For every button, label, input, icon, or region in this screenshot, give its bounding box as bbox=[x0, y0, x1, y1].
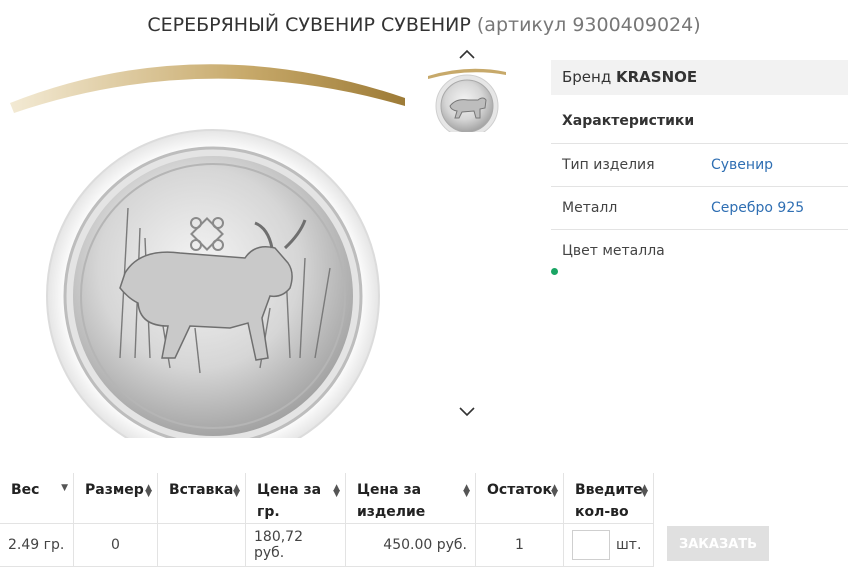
thumbnail-1[interactable] bbox=[428, 66, 506, 132]
sort-arrows-icon[interactable]: ▲ ▼ bbox=[333, 484, 340, 499]
col-weight-header[interactable]: Вес ▼ bbox=[0, 473, 74, 524]
cell-qty: шт. bbox=[563, 523, 654, 567]
header-label: Вес bbox=[11, 482, 40, 498]
cell-weight: 2.49 гр. bbox=[0, 523, 74, 567]
col-insert-header[interactable]: Вставка ▲ ▼ bbox=[157, 473, 246, 524]
quantity-unit: шт. bbox=[616, 537, 642, 553]
col-stock-header[interactable]: Остаток ▲ ▼ bbox=[475, 473, 564, 524]
col-size-header[interactable]: Размер ▲ ▼ bbox=[73, 473, 158, 524]
header-label: Цена за гр. bbox=[257, 482, 322, 520]
spec-row-color: Цвет металла bbox=[551, 230, 848, 272]
brand-label: Бренд bbox=[562, 68, 612, 86]
sort-arrows-icon[interactable]: ▲ ▼ bbox=[463, 484, 470, 499]
brand-row: Бренд KRASNOE bbox=[551, 60, 848, 95]
product-title: СЕРЕБРЯНЫЙ СУВЕНИР СУВЕНИР (артикул 9300… bbox=[0, 14, 848, 36]
product-variants-table: Вес ▼ Размер ▲ ▼ Вставка ▲ ▼ Цена за гр. ▲… bbox=[0, 473, 654, 567]
sort-arrows-icon[interactable]: ▲ ▼ bbox=[233, 484, 240, 499]
quantity-input[interactable] bbox=[572, 530, 610, 560]
header-label: Размер bbox=[85, 482, 144, 498]
status-dot-icon bbox=[551, 268, 558, 275]
spec-value-link[interactable]: Сувенир bbox=[711, 144, 773, 186]
spec-row-metal: Металл Серебро 925 bbox=[551, 187, 848, 230]
order-button[interactable]: ЗАКАЗАТЬ bbox=[667, 526, 769, 561]
thumbs-up-button[interactable] bbox=[457, 46, 477, 62]
specifications-panel: Бренд KRASNOE Характеристики Тип изделия… bbox=[551, 60, 848, 272]
chevron-up-icon bbox=[459, 49, 475, 59]
sort-arrows-icon[interactable]: ▲ ▼ bbox=[551, 484, 558, 499]
cell-stock: 1 bbox=[475, 523, 564, 567]
spec-key: Цвет металла bbox=[562, 243, 665, 259]
product-name: СЕРЕБРЯНЫЙ СУВЕНИР СУВЕНИР bbox=[147, 14, 471, 36]
col-qty-header[interactable]: Введите кол-во ▲ ▼ bbox=[563, 473, 654, 524]
sort-down-icon[interactable]: ▼ bbox=[61, 484, 68, 493]
header-label: Введите кол-во bbox=[575, 482, 643, 520]
brand-value[interactable]: KRASNOE bbox=[616, 68, 697, 86]
sort-arrows-icon[interactable]: ▲ ▼ bbox=[641, 484, 648, 499]
cell-size: 0 bbox=[73, 523, 158, 567]
spec-key: Тип изделия bbox=[562, 157, 655, 173]
product-article: (артикул 9300409024) bbox=[476, 14, 701, 36]
coin-image bbox=[10, 64, 405, 463]
cell-price-item: 450.00 руб. bbox=[345, 523, 476, 567]
spec-value-link[interactable]: Серебро 925 bbox=[711, 187, 804, 229]
spec-row-type: Тип изделия Сувенир bbox=[551, 144, 848, 187]
table-row: 2.49 гр. 0 180,72 руб. 450.00 руб. 1 шт. bbox=[0, 523, 654, 567]
cell-price-gram: 180,72 руб. bbox=[245, 523, 346, 567]
header-label: Вставка bbox=[169, 482, 234, 498]
product-image[interactable] bbox=[0, 58, 410, 463]
header-label: Остаток bbox=[487, 482, 552, 498]
table-header-row: Вес ▼ Размер ▲ ▼ Вставка ▲ ▼ Цена за гр. ▲… bbox=[0, 473, 654, 524]
header-label: Цена за изделие bbox=[357, 482, 426, 520]
spec-key: Металл bbox=[562, 200, 618, 216]
col-price-gram-header[interactable]: Цена за гр. ▲ ▼ bbox=[245, 473, 346, 524]
chevron-down-icon bbox=[459, 407, 475, 417]
coin-thumbnail-image bbox=[428, 68, 506, 132]
thumbs-down-button[interactable] bbox=[457, 404, 477, 420]
cell-insert bbox=[157, 523, 246, 567]
col-price-item-header[interactable]: Цена за изделие ▲ ▼ bbox=[345, 473, 476, 524]
sort-arrows-icon[interactable]: ▲ ▼ bbox=[145, 484, 152, 499]
specs-heading: Характеристики bbox=[551, 99, 848, 144]
